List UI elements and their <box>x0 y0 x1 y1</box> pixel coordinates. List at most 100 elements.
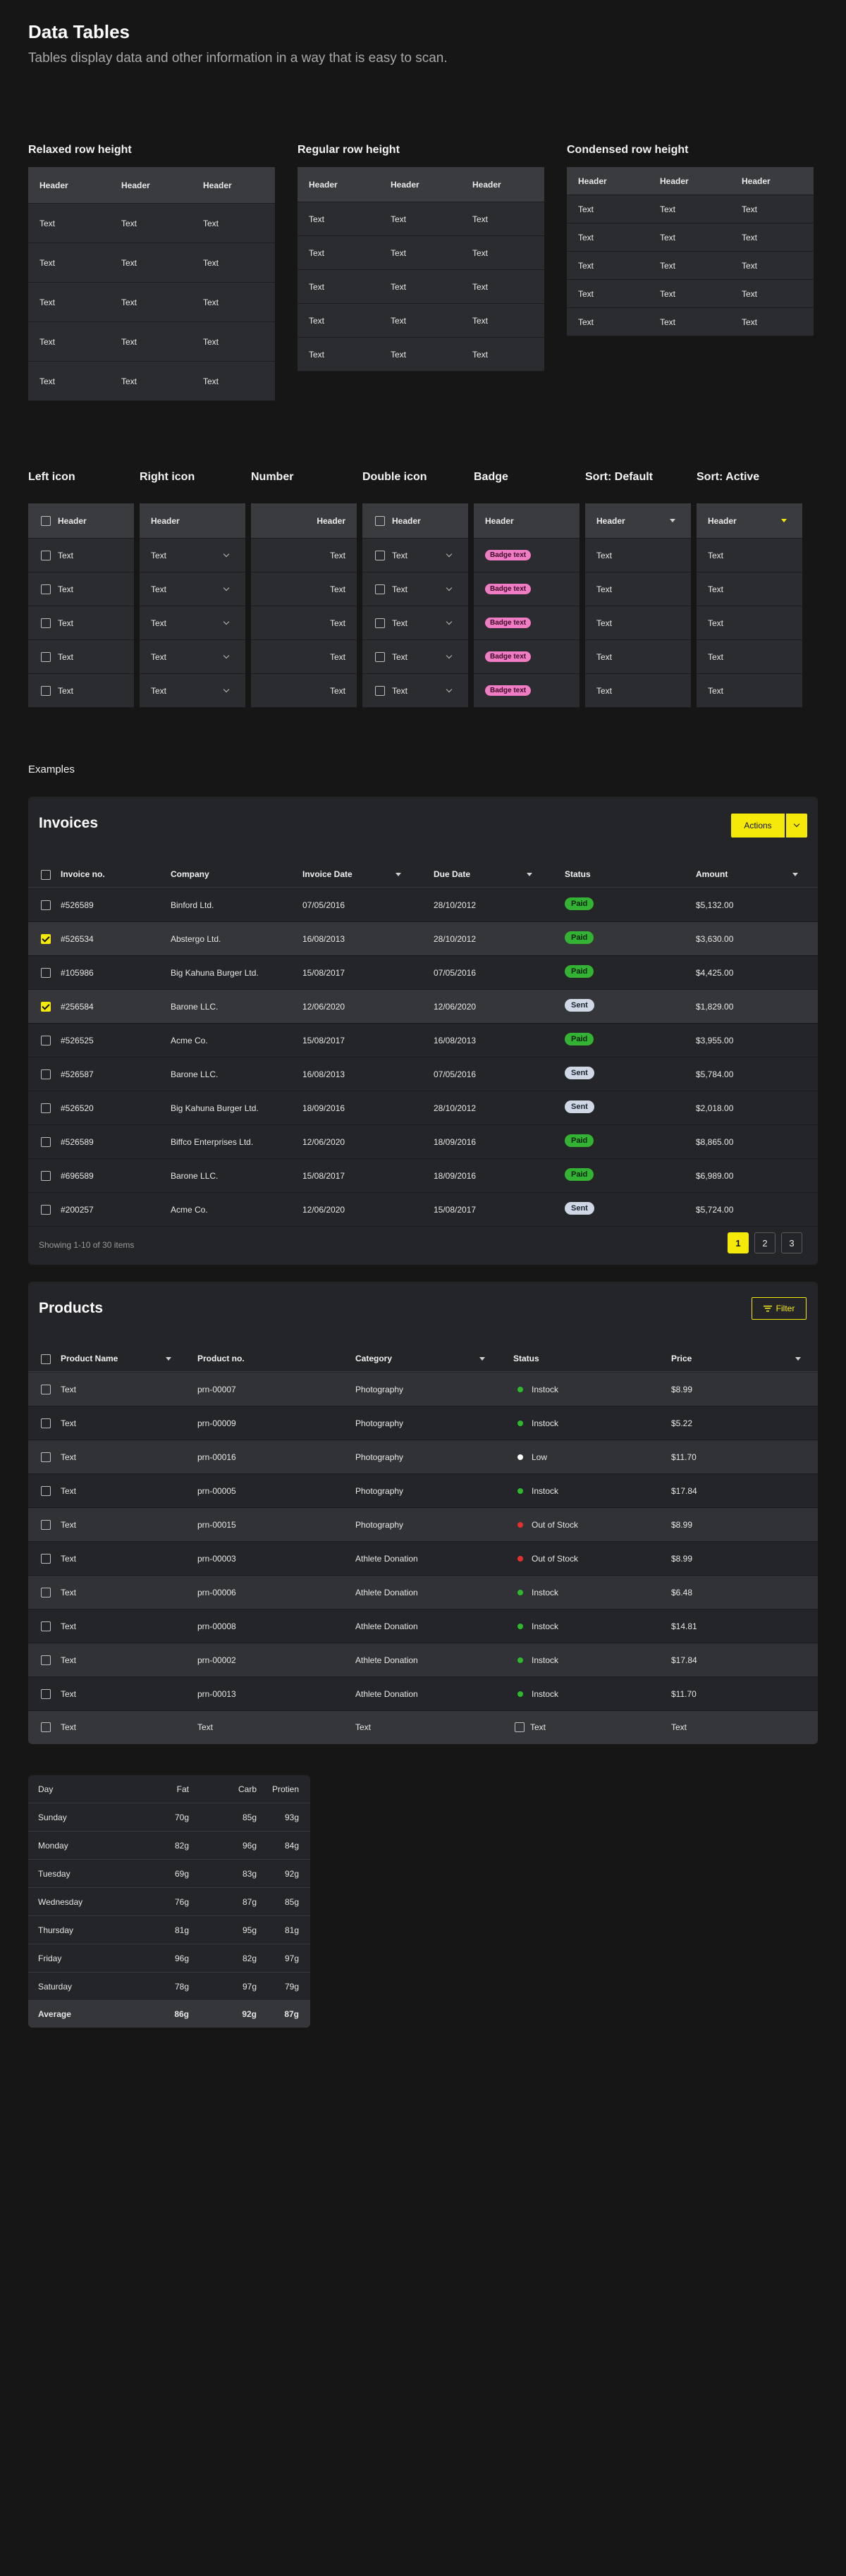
chevron-down-icon[interactable] <box>446 584 453 591</box>
row-checkbox[interactable] <box>41 1137 51 1147</box>
table-row[interactable]: #526534 Abstergo Ltd. 16/08/2013 28/10/2012… <box>28 922 818 956</box>
table-row[interactable]: Text prn-00002 Athlete Donation Instock $17.… <box>28 1643 818 1677</box>
table-row[interactable]: Text prn-00008 Athlete Donation Instock $14.… <box>28 1609 818 1643</box>
table-row[interactable]: #526525 Acme Co. 15/08/2017 16/08/2013 $3,95… <box>28 1024 818 1057</box>
row-checkbox[interactable] <box>515 1722 525 1732</box>
row-checkbox[interactable] <box>41 1486 51 1496</box>
row-checkbox[interactable] <box>41 968 51 978</box>
select-all-checkbox[interactable] <box>41 1354 51 1364</box>
row-checkbox[interactable] <box>375 584 385 594</box>
page-button[interactable]: 1 <box>728 1232 749 1253</box>
select-all-checkbox[interactable] <box>41 870 51 880</box>
chevron-down-icon[interactable] <box>446 652 453 659</box>
table-row: Text <box>251 539 357 572</box>
chevron-down-icon[interactable] <box>223 584 230 591</box>
row-checkbox[interactable] <box>41 651 51 662</box>
select-all-checkbox[interactable] <box>375 515 385 526</box>
table-row[interactable]: Text prn-00007 Photography Instock $8.99 <box>28 1373 818 1406</box>
row-checkbox[interactable] <box>41 900 51 910</box>
table-cell: Text <box>708 651 724 662</box>
table-cell: $1,829.00 <box>696 1002 734 1012</box>
sort-icon[interactable] <box>781 519 787 522</box>
table-cell: 97g <box>284 1954 299 1963</box>
row-checkbox[interactable] <box>41 1554 51 1564</box>
row-checkbox[interactable] <box>41 934 51 944</box>
table-row: Tuesday 69g 83g 92g <box>28 1860 310 1888</box>
table-row[interactable]: #526520 Big Kahuna Burger Ltd. 18/09/2016 2… <box>28 1091 818 1125</box>
row-checkbox[interactable] <box>41 618 51 628</box>
row-checkbox[interactable] <box>375 685 385 696</box>
row-checkbox[interactable] <box>41 1588 51 1597</box>
table-row[interactable]: #256584 Barone LLC. 12/06/2020 12/06/2020 $1… <box>28 990 818 1024</box>
row-checkbox[interactable] <box>41 1069 51 1079</box>
row-checkbox[interactable] <box>41 1385 51 1394</box>
table-cell: Text <box>391 247 407 258</box>
row-checkbox[interactable] <box>41 1520 51 1530</box>
sort-icon[interactable] <box>792 873 798 876</box>
filter-button[interactable]: Filter <box>752 1297 807 1320</box>
page-button[interactable]: 2 <box>754 1232 776 1253</box>
row-checkbox[interactable] <box>41 1002 51 1012</box>
table-row[interactable]: Text prn-00006 Athlete Donation Instock $6.4… <box>28 1576 818 1609</box>
row-checkbox[interactable] <box>41 1205 51 1215</box>
row-checkbox[interactable] <box>41 1621 51 1631</box>
status-text: Instock <box>532 1588 559 1597</box>
table-cell: Text <box>151 618 167 628</box>
table-cell: 92g <box>284 1869 299 1879</box>
sort-icon[interactable] <box>396 873 401 876</box>
sort-icon[interactable] <box>166 1357 171 1361</box>
table-row[interactable]: Text prn-00009 Photography Instock $5.22 <box>28 1406 818 1440</box>
table-cell: $5.22 <box>671 1418 693 1428</box>
table-row[interactable]: #696589 Barone LLC. 15/08/2017 18/09/2016 $6… <box>28 1159 818 1193</box>
row-checkbox[interactable] <box>41 584 51 594</box>
table-cell: $6.48 <box>671 1588 693 1597</box>
table-cell: Text <box>203 376 219 386</box>
table-row[interactable]: #526587 Barone LLC. 16/08/2013 07/05/2016 $5… <box>28 1057 818 1091</box>
chevron-down-icon[interactable] <box>446 551 453 558</box>
table-row[interactable]: #526589 Biffco Enterprises Ltd. 12/06/2020… <box>28 1125 818 1159</box>
chevron-down-icon[interactable] <box>223 618 230 625</box>
row-checkbox[interactable] <box>41 685 51 696</box>
table-row[interactable]: Text prn-00003 Athlete Donation Out of Stoc… <box>28 1542 818 1576</box>
sort-icon[interactable] <box>795 1357 801 1361</box>
chevron-down-icon[interactable] <box>446 686 453 693</box>
table-row[interactable]: Text prn-00016 Photography Low $11.70 <box>28 1440 818 1474</box>
page-button[interactable]: 3 <box>781 1232 802 1253</box>
table-cell: 95g <box>242 1925 257 1935</box>
row-checkbox[interactable] <box>41 1036 51 1045</box>
row-checkbox[interactable] <box>41 1689 51 1699</box>
sort-icon[interactable] <box>527 873 532 876</box>
table-cell: 15/08/2017 <box>302 1036 345 1045</box>
table-row[interactable]: #105986 Big Kahuna Burger Ltd. 15/08/2017 0… <box>28 956 818 990</box>
row-checkbox[interactable] <box>41 1418 51 1428</box>
select-all-checkbox[interactable] <box>41 515 51 526</box>
table-cell: 28/10/2012 <box>434 934 477 944</box>
chevron-down-icon[interactable] <box>223 551 230 558</box>
row-checkbox[interactable] <box>41 1171 51 1181</box>
row-checkbox[interactable] <box>375 618 385 628</box>
table-row[interactable]: Text prn-00015 Photography Out of Stock $8.9… <box>28 1508 818 1542</box>
actions-button[interactable]: Actions <box>731 814 785 838</box>
badge: Badge text <box>485 618 532 628</box>
table-cell: $5,724.00 <box>696 1205 734 1215</box>
table-row[interactable]: #200257 Acme Co. 12/06/2020 15/08/2017 $5,72… <box>28 1193 818 1227</box>
chevron-down-icon[interactable] <box>446 618 453 625</box>
chevron-down-icon[interactable] <box>223 686 230 693</box>
row-checkbox[interactable] <box>41 1452 51 1462</box>
table-row[interactable]: Text prn-00013 Athlete Donation Instock $11.… <box>28 1677 818 1711</box>
table-cell: 12/06/2020 <box>302 1205 345 1215</box>
table-header-row: Header <box>28 503 134 539</box>
table-row[interactable]: Text prn-00005 Photography Instock $17.84 <box>28 1474 818 1508</box>
chevron-down-icon[interactable] <box>223 652 230 659</box>
table-row[interactable]: #526589 Binford Ltd. 07/05/2016 28/10/2012 $… <box>28 888 818 922</box>
row-checkbox[interactable] <box>41 550 51 560</box>
status-badge: Paid <box>565 965 594 978</box>
row-checkbox[interactable] <box>41 1655 51 1665</box>
sort-icon[interactable] <box>670 519 675 522</box>
row-checkbox[interactable] <box>41 1722 51 1732</box>
actions-dropdown-button[interactable] <box>786 814 807 838</box>
row-checkbox[interactable] <box>41 1103 51 1113</box>
sort-icon[interactable] <box>479 1357 485 1361</box>
row-checkbox[interactable] <box>375 550 385 560</box>
row-checkbox[interactable] <box>375 651 385 662</box>
